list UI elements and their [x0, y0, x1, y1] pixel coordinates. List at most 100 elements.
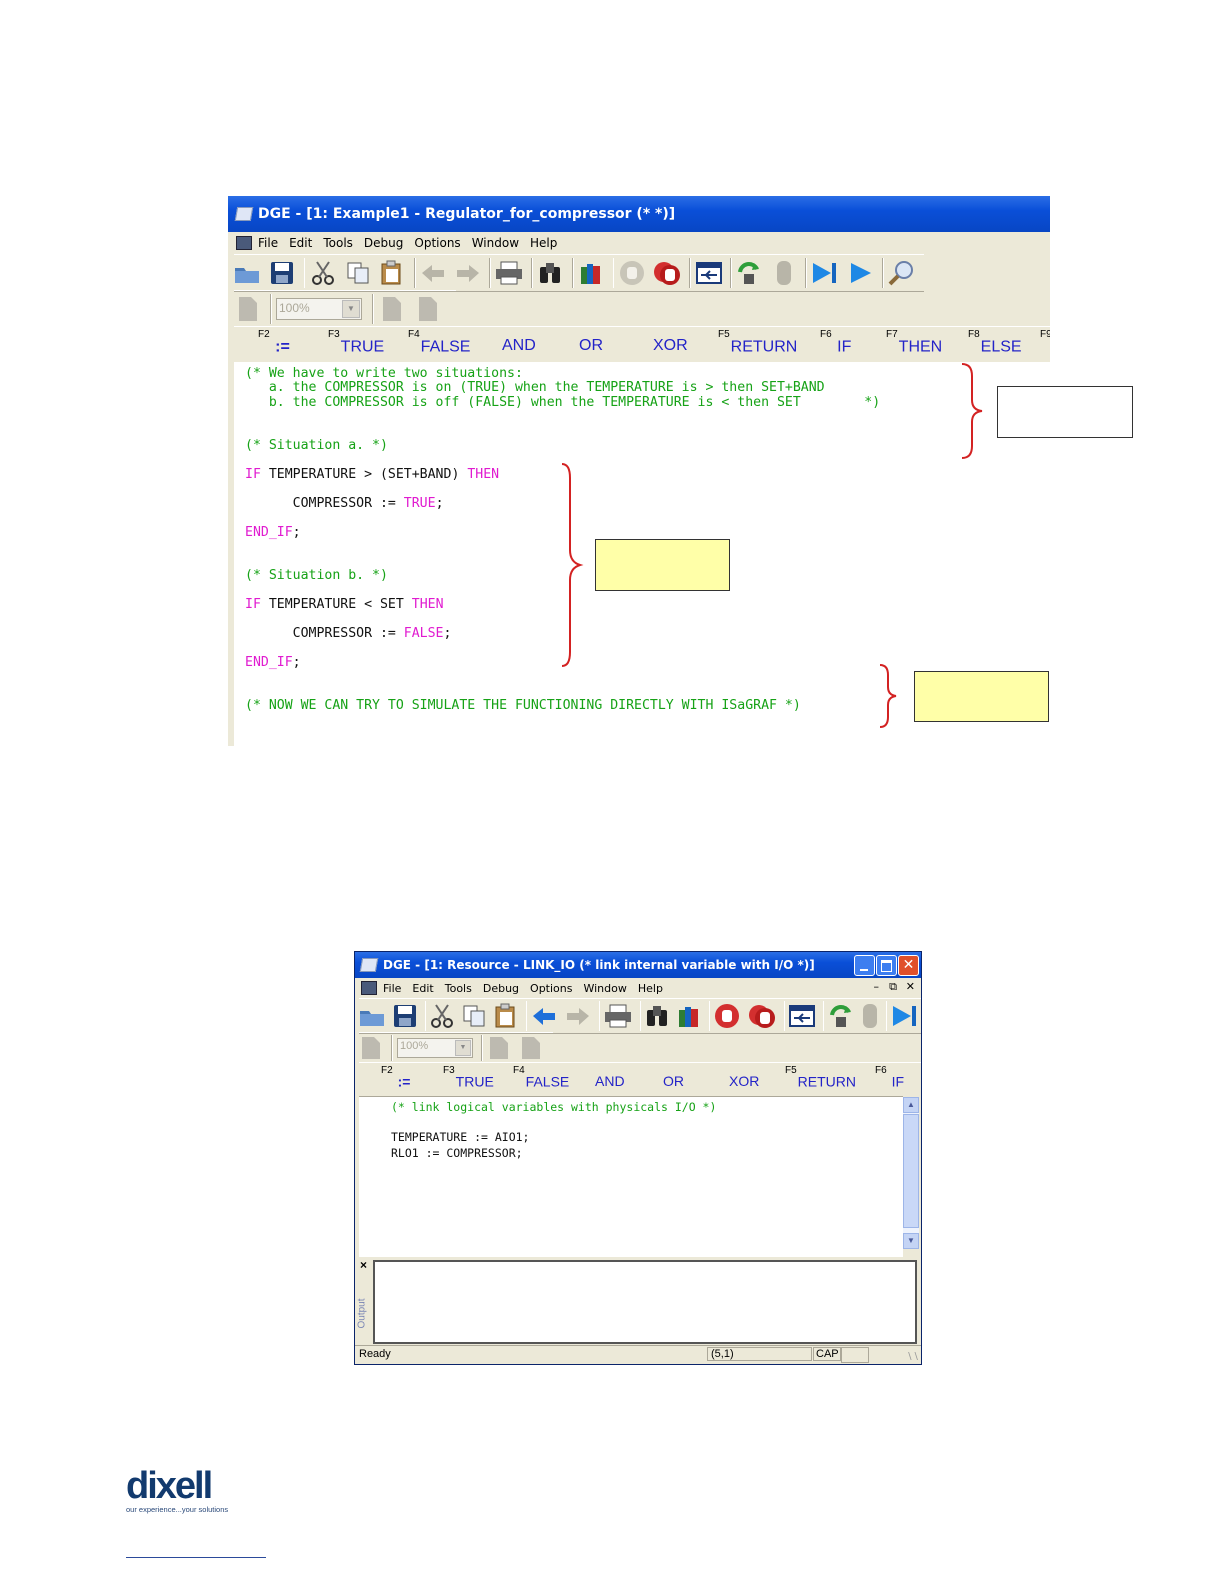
vertical-scrollbar[interactable]: ▲ ▼: [903, 1097, 919, 1249]
menu-help[interactable]: Help: [638, 982, 663, 995]
mdi-document-icon[interactable]: [236, 236, 252, 250]
menu-tools[interactable]: Tools: [445, 982, 472, 995]
zoom-combo[interactable]: 100% ▼: [397, 1038, 473, 1058]
resize-grip-icon[interactable]: ∖∖: [906, 1352, 919, 1363]
refresh-download-icon[interactable]: [736, 259, 763, 287]
page-icon-3[interactable]: [414, 295, 442, 323]
undo-icon[interactable]: [531, 1002, 557, 1030]
title-bar: DGE - [1: Resource - LINK_IO (* link int…: [355, 952, 921, 978]
zoom-combo[interactable]: 100% ▼: [276, 298, 362, 320]
key-true[interactable]: F3TRUE: [328, 329, 384, 356]
stop-hand-disabled-icon[interactable]: [618, 259, 645, 287]
page-icon-2[interactable]: [378, 295, 406, 323]
key-if[interactable]: F6 IF: [820, 329, 851, 356]
menu-options[interactable]: Options: [530, 982, 572, 995]
key-and[interactable]: AND: [595, 1073, 625, 1089]
page-icon-2[interactable]: [487, 1036, 511, 1060]
output-text-area[interactable]: [373, 1260, 917, 1344]
menu-options[interactable]: Options: [414, 236, 460, 250]
mdi-restore-icon[interactable]: ⧉: [889, 980, 897, 994]
find-binoculars-icon[interactable]: [645, 1002, 669, 1030]
key-if[interactable]: F6 IF: [875, 1065, 904, 1090]
disabled-slot-icon[interactable]: [771, 259, 798, 287]
zoom-search-icon[interactable]: [888, 259, 916, 287]
app-icon: [234, 207, 254, 221]
mdi-document-icon[interactable]: [361, 981, 377, 995]
menu-edit[interactable]: Edit: [289, 236, 312, 250]
cut-icon[interactable]: [309, 259, 336, 287]
menu-edit[interactable]: Edit: [412, 982, 433, 995]
key-or[interactable]: OR: [579, 337, 603, 355]
code-editor[interactable]: (* link logical variables with physicals…: [359, 1096, 903, 1257]
save-icon[interactable]: [269, 259, 296, 287]
menu-window[interactable]: Window: [583, 982, 626, 995]
minimize-button[interactable]: [854, 955, 875, 976]
open-folder-icon[interactable]: [359, 1002, 385, 1030]
redo-icon[interactable]: [565, 1002, 591, 1030]
mdi-minimize-icon[interactable]: –: [874, 980, 880, 993]
dropdown-arrow-icon[interactable]: ▼: [342, 300, 360, 318]
menu-help[interactable]: Help: [530, 236, 557, 250]
menu-debug[interactable]: Debug: [483, 982, 519, 995]
key-xor[interactable]: XOR: [653, 337, 688, 355]
io-connect-icon[interactable]: [695, 259, 722, 287]
page-icon-3[interactable]: [519, 1036, 543, 1060]
key-xor[interactable]: XOR: [729, 1073, 759, 1089]
paste-icon[interactable]: [494, 1002, 518, 1030]
refresh-download-icon[interactable]: [828, 1002, 854, 1030]
code-line: END_IF;: [245, 655, 301, 670]
dropdown-arrow-icon[interactable]: ▼: [455, 1040, 471, 1056]
stop-all-icon[interactable]: [653, 259, 681, 287]
menu-tools[interactable]: Tools: [323, 236, 353, 250]
paste-icon[interactable]: [379, 259, 406, 287]
page-icon[interactable]: [234, 295, 262, 323]
menu-file[interactable]: File: [258, 236, 278, 250]
open-folder-icon[interactable]: [234, 259, 261, 287]
page-icon[interactable]: [359, 1036, 383, 1060]
output-tab-label[interactable]: Output: [357, 1298, 368, 1328]
print-icon[interactable]: [604, 1002, 632, 1030]
disabled-slot-icon[interactable]: [862, 1002, 878, 1030]
save-icon[interactable]: [393, 1002, 417, 1030]
scroll-up-arrow[interactable]: ▲: [903, 1097, 919, 1113]
key-false[interactable]: F4FALSE: [408, 329, 470, 356]
undo-icon[interactable]: [420, 259, 447, 287]
key-assign[interactable]: F2 :=: [258, 329, 290, 356]
key-return[interactable]: F5RETURN: [718, 329, 797, 356]
redo-icon[interactable]: [454, 259, 481, 287]
menu-debug[interactable]: Debug: [364, 236, 403, 250]
key-assign[interactable]: F2 :=: [381, 1065, 410, 1090]
key-true[interactable]: F3TRUE: [443, 1065, 494, 1090]
stop-hand-icon[interactable]: [714, 1002, 740, 1030]
run-play-icon[interactable]: [847, 259, 874, 287]
menu-file[interactable]: File: [383, 982, 401, 995]
library-books-icon[interactable]: [578, 259, 605, 287]
key-return[interactable]: F5RETURN: [785, 1065, 856, 1090]
library-books-icon[interactable]: [677, 1002, 701, 1030]
key-then[interactable]: F7THEN: [886, 329, 942, 356]
print-icon[interactable]: [495, 259, 523, 287]
key-false[interactable]: F4FALSE: [513, 1065, 569, 1090]
keyword-bar: F2 := F3TRUE F4FALSE AND OR XOR F5RETURN…: [359, 1062, 921, 1097]
maximize-button[interactable]: [876, 955, 897, 976]
stop-all-icon[interactable]: [748, 1002, 776, 1030]
mdi-close-icon[interactable]: ✕: [906, 980, 915, 993]
copy-icon[interactable]: [462, 1002, 486, 1030]
find-binoculars-icon[interactable]: [537, 259, 564, 287]
menu-window[interactable]: Window: [472, 236, 519, 250]
key-or[interactable]: OR: [663, 1073, 684, 1089]
scroll-down-arrow[interactable]: ▼: [903, 1233, 919, 1249]
close-button[interactable]: ✕: [898, 955, 919, 976]
title-bar: DGE - [1: Example1 - Regulator_for_compr…: [228, 196, 1050, 232]
step-to-end-icon[interactable]: [891, 1002, 919, 1030]
copy-icon[interactable]: [344, 259, 371, 287]
key-f9[interactable]: F9: [1040, 329, 1050, 356]
key-else[interactable]: F8ELSE: [968, 329, 1022, 356]
output-close-icon[interactable]: ×: [360, 1258, 367, 1272]
key-and[interactable]: AND: [502, 337, 536, 355]
cut-icon[interactable]: [430, 1002, 454, 1030]
io-connect-icon[interactable]: [789, 1002, 815, 1030]
step-to-end-icon[interactable]: [811, 259, 839, 287]
scroll-thumb[interactable]: [903, 1114, 919, 1228]
code-line: COMPRESSOR := TRUE;: [245, 496, 444, 511]
